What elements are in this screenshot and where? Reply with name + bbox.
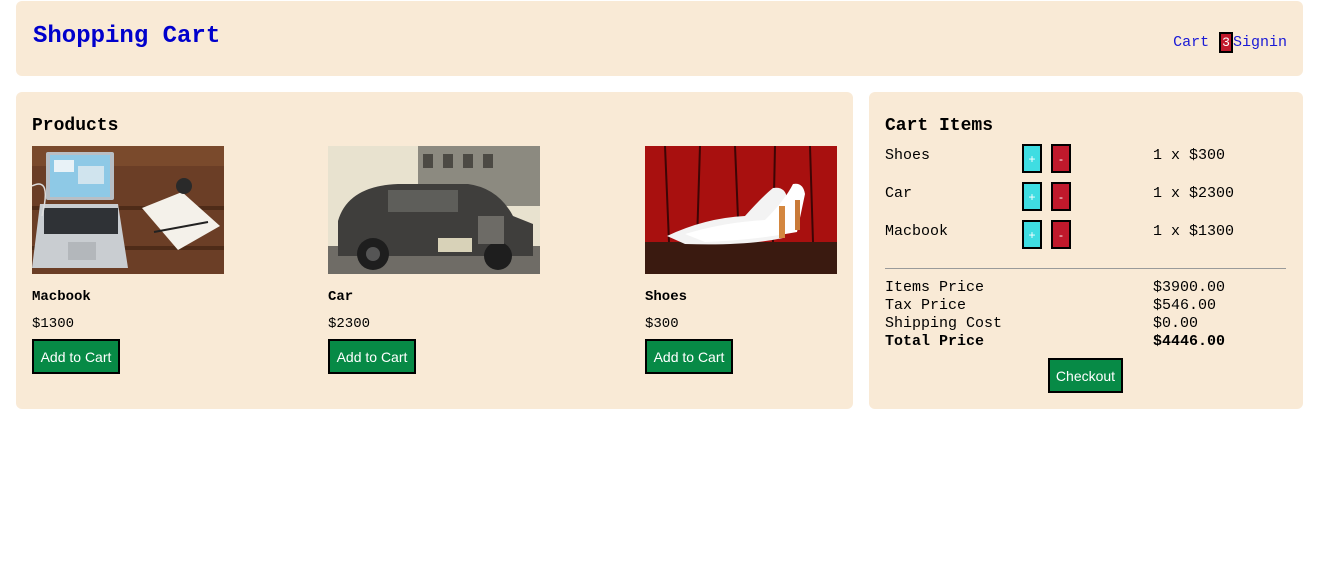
cart-item: Macbook + - 1 x $1300 xyxy=(885,220,1285,257)
products-title: Products xyxy=(32,116,119,136)
product-price: $2300 xyxy=(328,316,371,332)
add-to-cart-button[interactable]: Add to Cart xyxy=(328,339,416,374)
checkout-button[interactable]: Checkout xyxy=(1048,358,1123,393)
cart-link[interactable]: Cart xyxy=(1173,34,1209,51)
add-to-cart-button[interactable]: Add to Cart xyxy=(32,339,120,374)
cart-item: Shoes + - 1 x $300 xyxy=(885,144,1285,181)
items-price-row: Items Price $3900.00 xyxy=(885,279,1285,297)
decrease-quantity-button[interactable]: - xyxy=(1051,182,1071,211)
items-price-label: Items Price xyxy=(885,279,985,296)
top-nav: Cart 3 Signin xyxy=(1173,32,1287,53)
product-card: Shoes $300 Add to Cart xyxy=(645,146,885,374)
signin-link[interactable]: Signin xyxy=(1233,34,1287,51)
total-price-row: Total Price $4446.00 xyxy=(885,333,1285,351)
product-name: Car xyxy=(328,289,354,305)
cart-item-quantity: 1 x $300 xyxy=(1153,147,1226,164)
cart-item-name: Macbook xyxy=(885,223,949,240)
cart-count-badge: 3 xyxy=(1219,32,1233,53)
cart-item: Car + - 1 x $2300 xyxy=(885,182,1285,219)
products-panel: Products Macbook $1300 Add to Cart Car $… xyxy=(16,92,853,409)
cart-panel: Cart Items Shoes + - 1 x $300 Car + - 1 … xyxy=(869,92,1303,409)
add-to-cart-button[interactable]: Add to Cart xyxy=(645,339,733,374)
header: Shopping Cart Cart 3 Signin xyxy=(16,1,1303,76)
cart-item-quantity: 1 x $2300 xyxy=(1153,185,1235,202)
shipping-cost-label: Shipping Cost xyxy=(885,315,1003,332)
summary-divider xyxy=(885,268,1286,269)
product-card: Car $2300 Add to Cart xyxy=(328,146,568,374)
increase-quantity-button[interactable]: + xyxy=(1022,182,1042,211)
decrease-quantity-button[interactable]: - xyxy=(1051,144,1071,173)
shipping-cost-value: $0.00 xyxy=(1153,315,1199,332)
total-price-value: $4446.00 xyxy=(1153,333,1226,350)
white-heels-photo[interactable] xyxy=(645,146,837,274)
cart-item-name: Car xyxy=(885,185,913,202)
tax-price-label: Tax Price xyxy=(885,297,967,314)
product-card: Macbook $1300 Add to Cart xyxy=(32,146,272,374)
laptop-photo[interactable] xyxy=(32,146,224,274)
cart-title: Cart Items xyxy=(885,116,994,136)
cart-link-label: Cart xyxy=(1173,34,1210,51)
increase-quantity-button[interactable]: + xyxy=(1022,144,1042,173)
increase-quantity-button[interactable]: + xyxy=(1022,220,1042,249)
tax-price-row: Tax Price $546.00 xyxy=(885,297,1285,315)
cart-item-name: Shoes xyxy=(885,147,931,164)
product-price: $300 xyxy=(645,316,679,332)
product-name: Macbook xyxy=(32,289,91,305)
shipping-cost-row: Shipping Cost $0.00 xyxy=(885,315,1285,333)
vintage-car-photo[interactable] xyxy=(328,146,540,274)
items-price-value: $3900.00 xyxy=(1153,279,1226,296)
product-name: Shoes xyxy=(645,289,688,305)
cart-item-quantity: 1 x $1300 xyxy=(1153,223,1235,240)
brand-title[interactable]: Shopping Cart xyxy=(33,23,220,50)
product-price: $1300 xyxy=(32,316,75,332)
tax-price-value: $546.00 xyxy=(1153,297,1217,314)
total-price-label: Total Price xyxy=(885,333,985,350)
decrease-quantity-button[interactable]: - xyxy=(1051,220,1071,249)
